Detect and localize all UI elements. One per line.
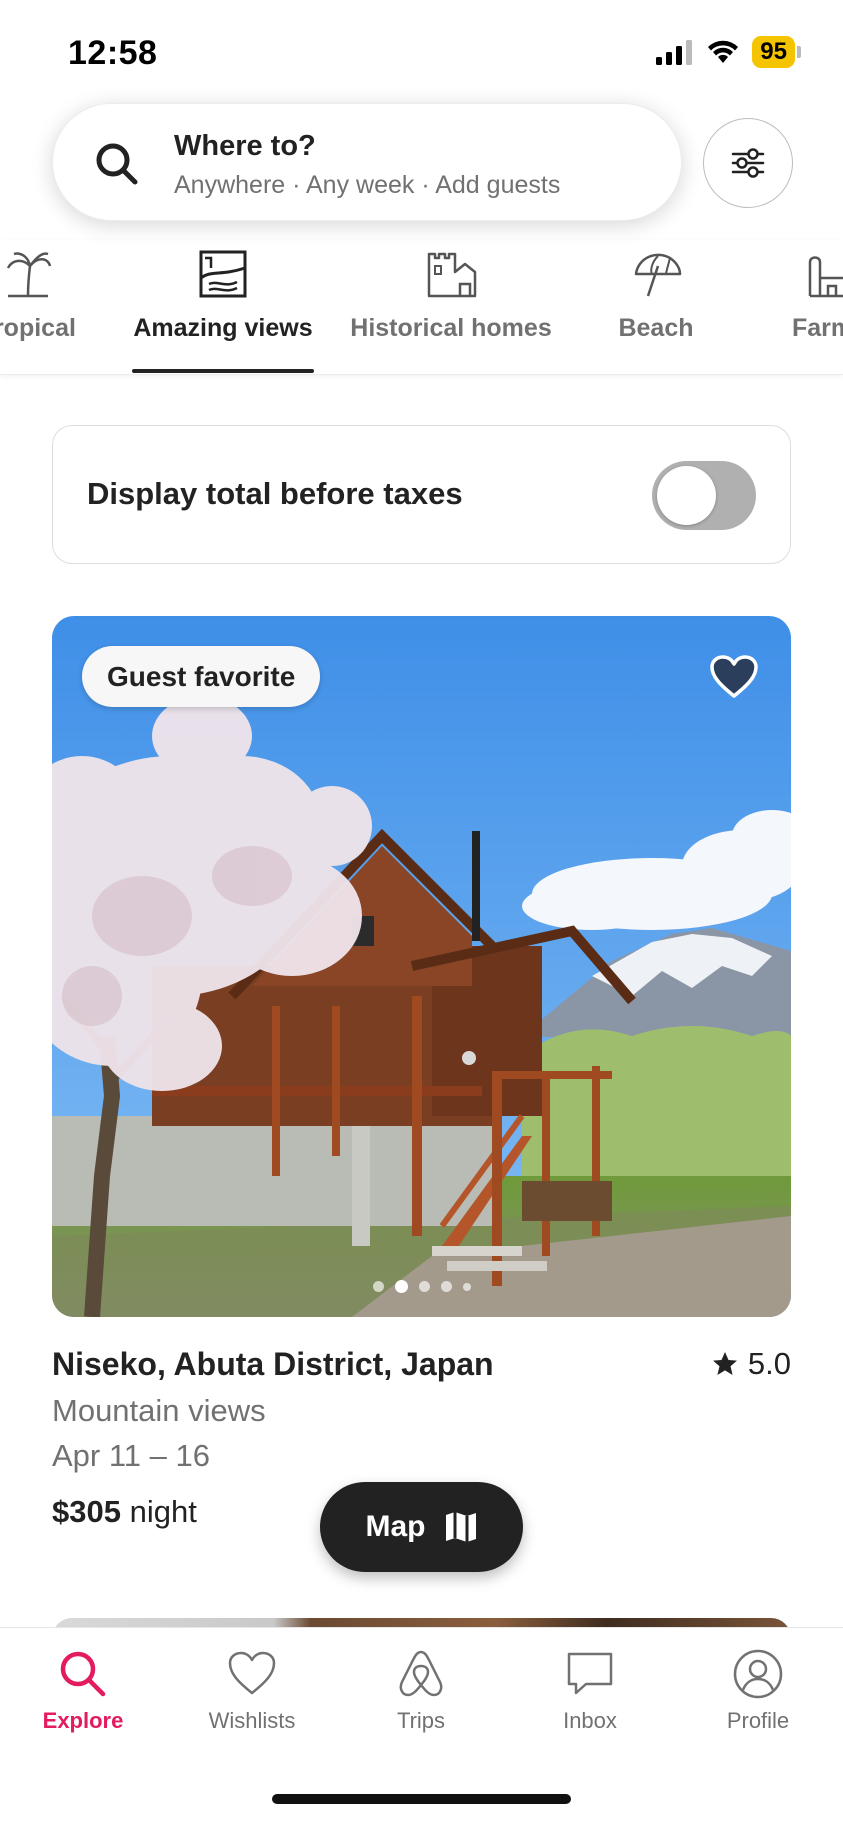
- castle-icon: [427, 252, 477, 298]
- active-tab-indicator: [132, 369, 314, 373]
- map-button[interactable]: Map: [320, 1482, 523, 1572]
- tab-label-farms: Farms: [792, 314, 843, 342]
- palm-tree-icon: [6, 252, 52, 298]
- page-dot: [440, 1281, 452, 1292]
- tab-historical-homes[interactable]: Historical homes: [346, 240, 556, 374]
- rating-value: 5.0: [747, 1346, 791, 1381]
- listing-price: $305 night: [52, 1494, 197, 1530]
- price-unit: night: [129, 1494, 197, 1529]
- page-dot-active: [394, 1280, 408, 1293]
- airbnb-logo-icon: [399, 1650, 443, 1697]
- tax-display-label: Display total before taxes: [87, 476, 463, 511]
- map-button-label: Map: [365, 1510, 426, 1543]
- star-icon: [712, 1352, 737, 1375]
- tab-label-beach: Beach: [618, 314, 694, 342]
- cabin-photo-illustration: [52, 616, 791, 1317]
- nav-inbox[interactable]: Inbox: [525, 1648, 655, 1734]
- framed-view-icon: [199, 250, 247, 298]
- page-dot: [418, 1281, 430, 1292]
- tab-farms[interactable]: Farms: [776, 240, 843, 374]
- tab-label-historical-homes: Historical homes: [350, 314, 552, 342]
- nav-trips[interactable]: Trips: [356, 1648, 486, 1734]
- battery-tip: [797, 46, 801, 58]
- guest-favorite-badge: Guest favorite: [82, 646, 321, 707]
- category-tabs: Tropical Amazing views Historical homes …: [0, 240, 843, 375]
- tab-label-amazing-views: Amazing views: [133, 314, 313, 342]
- nav-label-inbox: Inbox: [563, 1708, 617, 1733]
- search-title: Where to?: [174, 130, 316, 162]
- nav-label-profile: Profile: [726, 1708, 790, 1733]
- battery-indicator: 95: [752, 36, 795, 68]
- tax-display-toggle[interactable]: [652, 461, 756, 530]
- listing-subtitle: Mountain views: [52, 1393, 266, 1428]
- filters-button[interactable]: [703, 118, 793, 208]
- toggle-knob: [657, 466, 716, 525]
- nav-label-wishlists: Wishlists: [208, 1708, 296, 1733]
- listing-dates: Apr 11 – 16: [52, 1438, 210, 1473]
- profile-icon: [733, 1649, 783, 1699]
- tab-tropical[interactable]: Tropical: [0, 240, 98, 374]
- tab-amazing-views[interactable]: Amazing views: [132, 240, 314, 374]
- listing-rating: 5.0: [712, 1346, 791, 1382]
- farm-icon: [808, 256, 843, 298]
- photo-pagination: [52, 1280, 791, 1293]
- heart-icon: [228, 1651, 276, 1695]
- home-indicator[interactable]: [272, 1794, 571, 1804]
- search-subtitle: Anywhere · Any week · Add guests: [174, 171, 561, 199]
- signal-icon: [656, 40, 693, 65]
- nav-label-explore: Explore: [42, 1708, 124, 1733]
- nav-profile[interactable]: Profile: [693, 1648, 823, 1734]
- message-icon: [567, 1652, 613, 1695]
- tab-beach[interactable]: Beach: [596, 240, 716, 374]
- system-icons: 95: [656, 36, 801, 68]
- nav-label-trips: Trips: [396, 1708, 446, 1733]
- map-icon: [445, 1512, 476, 1542]
- price-amount: $305: [52, 1494, 121, 1529]
- sliders-icon: [731, 148, 765, 178]
- umbrella-icon: [634, 253, 682, 297]
- heart-icon[interactable]: [709, 654, 759, 700]
- listing-location[interactable]: Niseko, Abuta District, Japan: [52, 1346, 494, 1383]
- status-bar: 12:58 95: [0, 0, 843, 100]
- search-icon: [96, 143, 138, 185]
- page-dot: [372, 1281, 384, 1292]
- search-bar[interactable]: Where to? Anywhere · Any week · Add gues…: [52, 103, 682, 221]
- nav-explore[interactable]: Explore: [18, 1648, 148, 1734]
- tax-display-card: Display total before taxes: [52, 425, 791, 564]
- status-time: 12:58: [68, 34, 158, 72]
- tab-label-tropical: Tropical: [0, 314, 76, 342]
- search-icon: [60, 1651, 106, 1697]
- nav-wishlists[interactable]: Wishlists: [187, 1648, 317, 1734]
- wifi-icon: [708, 40, 739, 63]
- page-dot: [462, 1282, 471, 1291]
- listing-photo[interactable]: Guest favorite: [52, 616, 791, 1317]
